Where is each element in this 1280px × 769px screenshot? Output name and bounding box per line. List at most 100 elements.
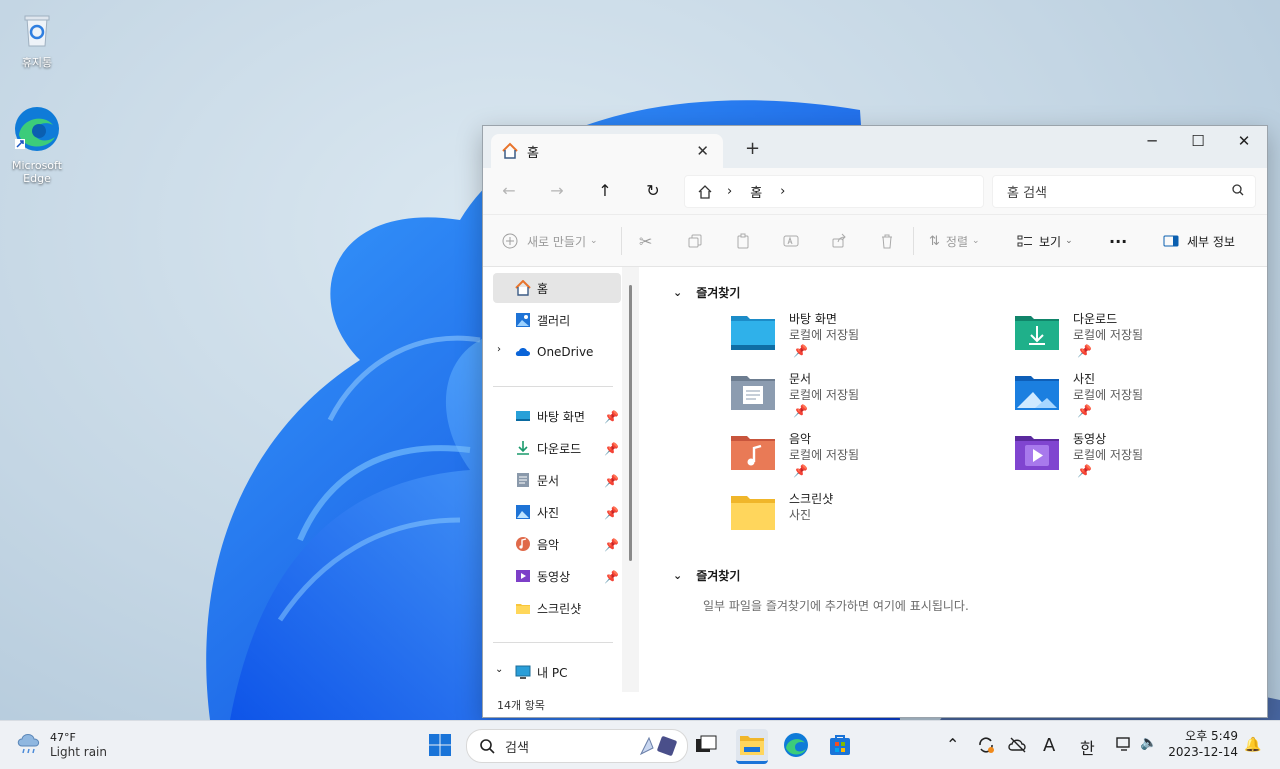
pin-icon[interactable]: 📌 — [604, 410, 619, 424]
nav-label: 다운로드 — [537, 441, 582, 456]
weather-widget[interactable]: 47°F Light rain — [16, 730, 107, 760]
new-tab-button[interactable]: + — [745, 138, 760, 159]
pin-icon[interactable]: 📌 — [604, 570, 619, 584]
pin-icon[interactable]: 📌 — [604, 442, 619, 456]
nav-scrollbar[interactable] — [622, 267, 639, 692]
nav-item-this-pc[interactable]: ⌄ 내 PC — [493, 657, 621, 687]
nav-item-desktop[interactable]: 바탕 화면 📌 — [493, 401, 621, 431]
tab-label: 홈 — [527, 145, 539, 161]
desktop-folder-icon — [731, 316, 775, 350]
navigation-pane: 홈 갤러리 › OneDrive 바탕 화면 📌 다운로드 📌 문서 📌 사진 … — [483, 267, 639, 717]
chevron-down-icon: ⌄ — [972, 236, 980, 246]
pin-icon: 📌 — [1077, 344, 1092, 358]
taskbar-store[interactable] — [824, 729, 856, 761]
nav-item-pictures[interactable]: 사진 📌 — [493, 497, 621, 527]
taskbar: 47°F Light rain 검색 ⌃ A 한 🔈 오후 5:49 2023-… — [0, 720, 1280, 769]
notification-bell-icon[interactable]: 🔔 — [1244, 737, 1261, 753]
pin-icon[interactable]: 📌 — [604, 506, 619, 520]
pin-icon[interactable]: 📌 — [604, 538, 619, 552]
task-view-button[interactable] — [690, 729, 722, 761]
search-icon — [1232, 184, 1244, 196]
forward-arrow-icon[interactable]: → — [543, 178, 571, 204]
minimize-button[interactable]: ─ — [1129, 126, 1175, 156]
breadcrumb-chevron-icon[interactable]: › — [780, 184, 785, 199]
cloud-offline-icon[interactable] — [1008, 735, 1028, 759]
system-clock[interactable]: 오후 5:49 2023-12-14 — [1168, 728, 1238, 760]
close-button[interactable]: ✕ — [1221, 126, 1267, 156]
show-hidden-icons-chevron-icon[interactable]: ⌃ — [946, 735, 959, 754]
folder-name: 사진 — [1073, 372, 1096, 386]
address-bar[interactable]: › 홈 › — [684, 175, 984, 208]
recycle-bin-shortcut[interactable]: 휴지통 — [5, 10, 69, 69]
view-button[interactable]: 보기 ⌄ — [1017, 229, 1073, 253]
start-button[interactable] — [424, 729, 456, 761]
pictures-folder-icon — [1015, 376, 1059, 410]
folder-name: 음악 — [789, 432, 812, 446]
video-icon — [516, 570, 530, 582]
content-pane: ⌄ 즐겨찾기 바탕 화면 로컬에 저장됨 📌 다운로드 로컬에 저장됨 📌 문서… — [639, 267, 1267, 717]
favorites-empty-message: 일부 파일을 즐겨찾기에 추가하면 여기에 표시됩니다. — [703, 599, 969, 613]
folder-subtitle: 로컬에 저장됨 — [789, 448, 860, 462]
folder-tile-documents[interactable]: 문서 로컬에 저장됨 📌 — [731, 370, 971, 426]
rename-icon[interactable] — [783, 229, 799, 253]
nav-item-screenshots[interactable]: 스크린샷 — [493, 593, 621, 623]
nav-scrollbar-thumb[interactable] — [629, 285, 632, 561]
delete-icon[interactable] — [879, 229, 895, 253]
folder-tile-screenshots[interactable]: 스크린샷 사진 — [731, 490, 971, 546]
taskbar-file-explorer[interactable] — [736, 729, 768, 764]
maximize-button[interactable]: ☐ — [1175, 126, 1221, 156]
quick-access-header[interactable]: ⌄ 즐겨찾기 — [673, 284, 740, 301]
nav-item-documents[interactable]: 문서 📌 — [493, 465, 621, 495]
title-bar: 홈 ✕ + ─ ☐ ✕ — [483, 126, 1267, 168]
tab-close-icon[interactable]: ✕ — [696, 142, 709, 160]
pin-icon[interactable]: 📌 — [604, 474, 619, 488]
copy-icon[interactable] — [687, 229, 703, 253]
edge-shortcut[interactable]: Microsoft Edge — [5, 105, 69, 185]
desktop-icon-label: 휴지통 — [21, 56, 53, 69]
nav-item-home[interactable]: 홈 — [493, 273, 621, 303]
nav-item-downloads[interactable]: 다운로드 📌 — [493, 433, 621, 463]
sort-label: 정렬 — [945, 234, 968, 249]
folder-tile-videos[interactable]: 동영상 로컬에 저장됨 📌 — [1015, 430, 1255, 486]
up-arrow-icon[interactable]: ↑ — [591, 178, 619, 204]
paste-icon[interactable] — [735, 229, 751, 253]
folder-tile-music[interactable]: 음악 로컬에 저장됨 📌 — [731, 430, 971, 486]
ime-mode-han[interactable]: 한 — [1080, 735, 1095, 759]
volume-icon[interactable]: 🔈 — [1140, 735, 1157, 751]
details-button[interactable]: 세부 정보 — [1163, 229, 1235, 253]
taskbar-edge[interactable] — [780, 729, 812, 761]
sync-update-icon[interactable] — [976, 735, 996, 759]
nav-item-music[interactable]: 음악 📌 — [493, 529, 621, 559]
expand-chevron-icon[interactable]: › — [497, 344, 501, 355]
music-folder-icon — [731, 436, 775, 470]
folder-tile-desktop[interactable]: 바탕 화면 로컬에 저장됨 📌 — [731, 310, 971, 366]
nav-item-gallery[interactable]: 갤러리 — [493, 305, 621, 335]
folder-tile-pictures[interactable]: 사진 로컬에 저장됨 📌 — [1015, 370, 1255, 426]
refresh-icon[interactable]: ↻ — [639, 178, 667, 204]
nav-label: 동영상 — [537, 569, 571, 584]
favorites-header[interactable]: ⌄ 즐겨찾기 — [673, 567, 740, 584]
sort-button[interactable]: ⇅ 정렬 ⌄ — [929, 229, 980, 253]
nav-label: 홈 — [537, 281, 549, 296]
videos-folder-icon — [1015, 436, 1059, 470]
collapse-chevron-icon[interactable]: ⌄ — [495, 664, 503, 675]
back-arrow-icon[interactable]: ← — [495, 178, 523, 204]
chevron-down-icon: ⌄ — [673, 569, 683, 582]
folder-subtitle: 로컬에 저장됨 — [1073, 388, 1144, 402]
cut-icon[interactable]: ✂ — [639, 229, 652, 253]
share-icon[interactable] — [831, 229, 847, 253]
home-outline-icon — [698, 184, 712, 199]
network-icon[interactable] — [1115, 735, 1135, 757]
breadcrumb-home[interactable]: 홈 — [750, 182, 762, 201]
taskbar-search[interactable]: 검색 — [466, 729, 688, 763]
new-button[interactable]: 새로 만들기 ⌄ — [501, 229, 598, 253]
nav-item-videos[interactable]: 동영상 📌 — [493, 561, 621, 591]
more-options-button[interactable]: ··· — [1109, 229, 1127, 253]
folder-tile-downloads[interactable]: 다운로드 로컬에 저장됨 📌 — [1015, 310, 1255, 366]
section-title: 즐겨찾기 — [696, 569, 741, 583]
tab-home[interactable]: 홈 ✕ — [491, 134, 723, 168]
search-box[interactable]: 홈 검색 — [992, 175, 1256, 208]
nav-item-onedrive[interactable]: › OneDrive — [493, 337, 621, 367]
ime-mode-a[interactable]: A — [1043, 735, 1055, 756]
weather-desc: Light rain — [50, 745, 107, 759]
